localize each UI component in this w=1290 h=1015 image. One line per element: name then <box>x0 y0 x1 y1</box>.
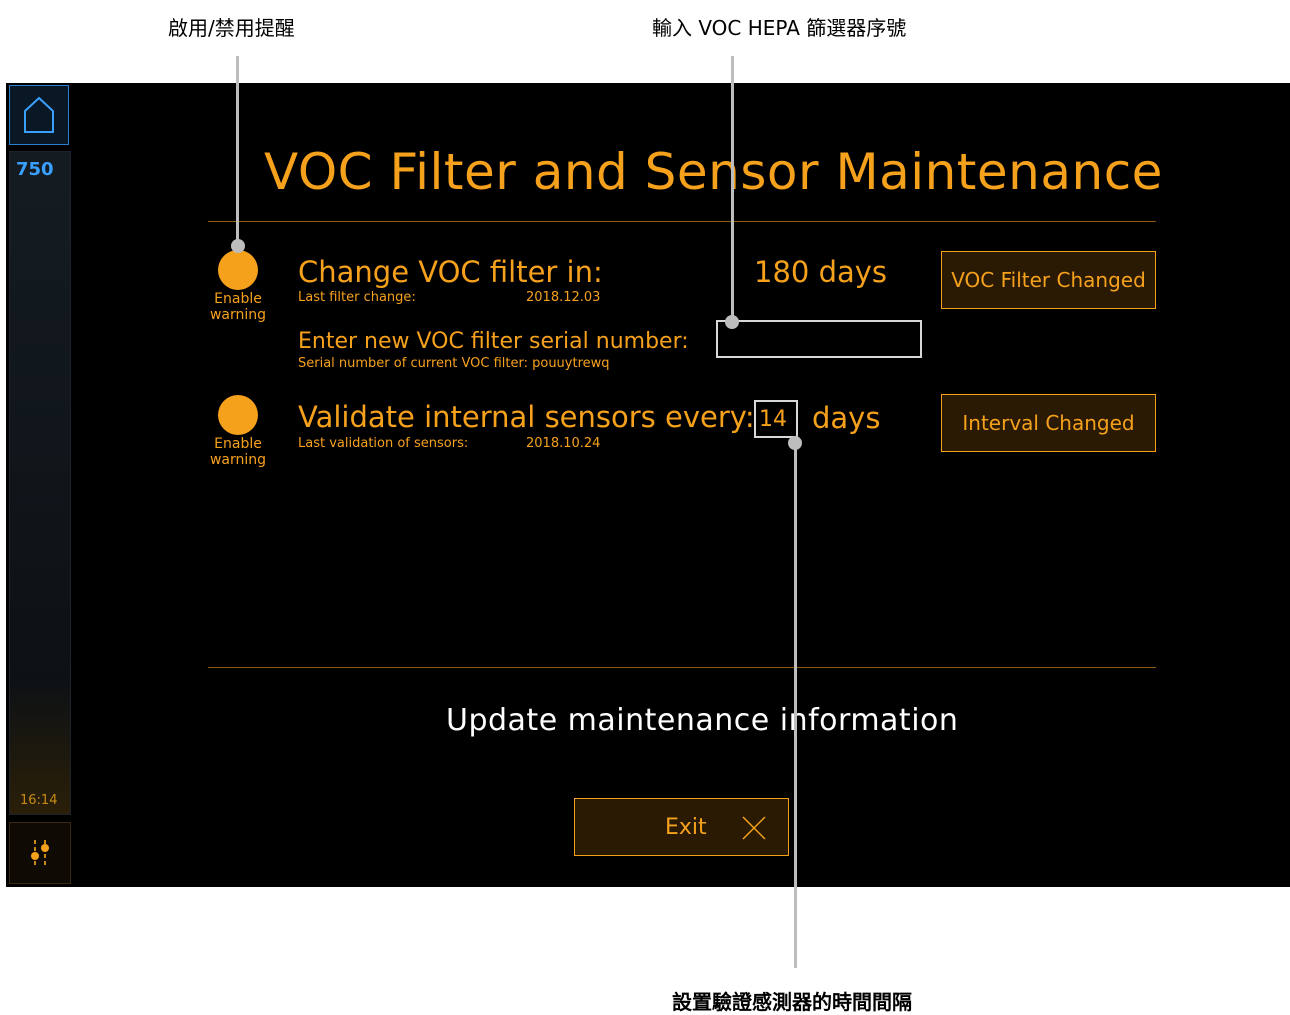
exit-label: Exit <box>665 815 707 840</box>
exit-button[interactable]: Exit <box>574 798 789 856</box>
divider-bottom <box>208 667 1156 668</box>
home-icon <box>24 96 54 133</box>
last-filter-change-label: Last filter change: <box>298 290 416 305</box>
serial-current: Serial number of current VOC filter: pou… <box>298 356 610 371</box>
interval-input[interactable] <box>754 400 798 438</box>
callout-enter-serial: 輸入 VOC HEPA 篩選器序號 <box>652 16 907 40</box>
serial-number-input[interactable] <box>716 320 922 358</box>
last-filter-change-date: 2018.12.03 <box>526 290 601 305</box>
interval-days-unit: days <box>812 401 881 435</box>
settings-button[interactable] <box>9 822 71 884</box>
update-maintenance-info: Update maintenance information <box>446 703 959 738</box>
voc-filter-changed-button[interactable]: VOC Filter Changed <box>941 251 1156 309</box>
interval-changed-button[interactable]: Interval Changed <box>941 394 1156 452</box>
sidebar: 750 16:14 <box>6 83 73 887</box>
serial-title: Enter new VOC filter serial number: <box>298 329 689 354</box>
close-icon <box>742 816 766 840</box>
counter-display: 750 <box>16 159 54 180</box>
page-title: VOC Filter and Sensor Maintenance <box>264 143 1163 201</box>
device-screen: 750 16:14 VOC Filter and Sensor Maintena… <box>6 83 1290 887</box>
leader-line-serial <box>731 56 734 321</box>
last-validation-date: 2018.10.24 <box>526 436 601 451</box>
sensor-warning-toggle[interactable] <box>218 395 258 435</box>
leader-line-warning <box>236 56 239 246</box>
leader-dot-serial <box>725 315 739 329</box>
home-button[interactable] <box>9 85 69 145</box>
filter-change-title: Change VOC filter in: <box>298 255 603 289</box>
filter-warning-toggle[interactable] <box>218 250 258 290</box>
callout-set-interval: 設置驗證感測器的時間間隔 <box>672 990 912 1014</box>
sensor-warning-label: Enable warning <box>209 436 267 468</box>
callout-enable-warning: 啟用/禁用提醒 <box>168 16 295 40</box>
sliders-icon <box>31 840 49 866</box>
leader-dot-warning <box>231 239 245 253</box>
filter-days-remaining: 180 days <box>754 255 888 289</box>
divider-top <box>208 221 1156 222</box>
filter-warning-label: Enable warning <box>209 291 267 323</box>
leader-dot-interval <box>788 436 802 450</box>
leader-line-interval <box>794 444 797 968</box>
clock: 16:14 <box>20 793 58 808</box>
last-validation-label: Last validation of sensors: <box>298 436 469 451</box>
sensor-validation-title: Validate internal sensors every: <box>298 400 755 434</box>
sidebar-panel <box>9 151 71 815</box>
